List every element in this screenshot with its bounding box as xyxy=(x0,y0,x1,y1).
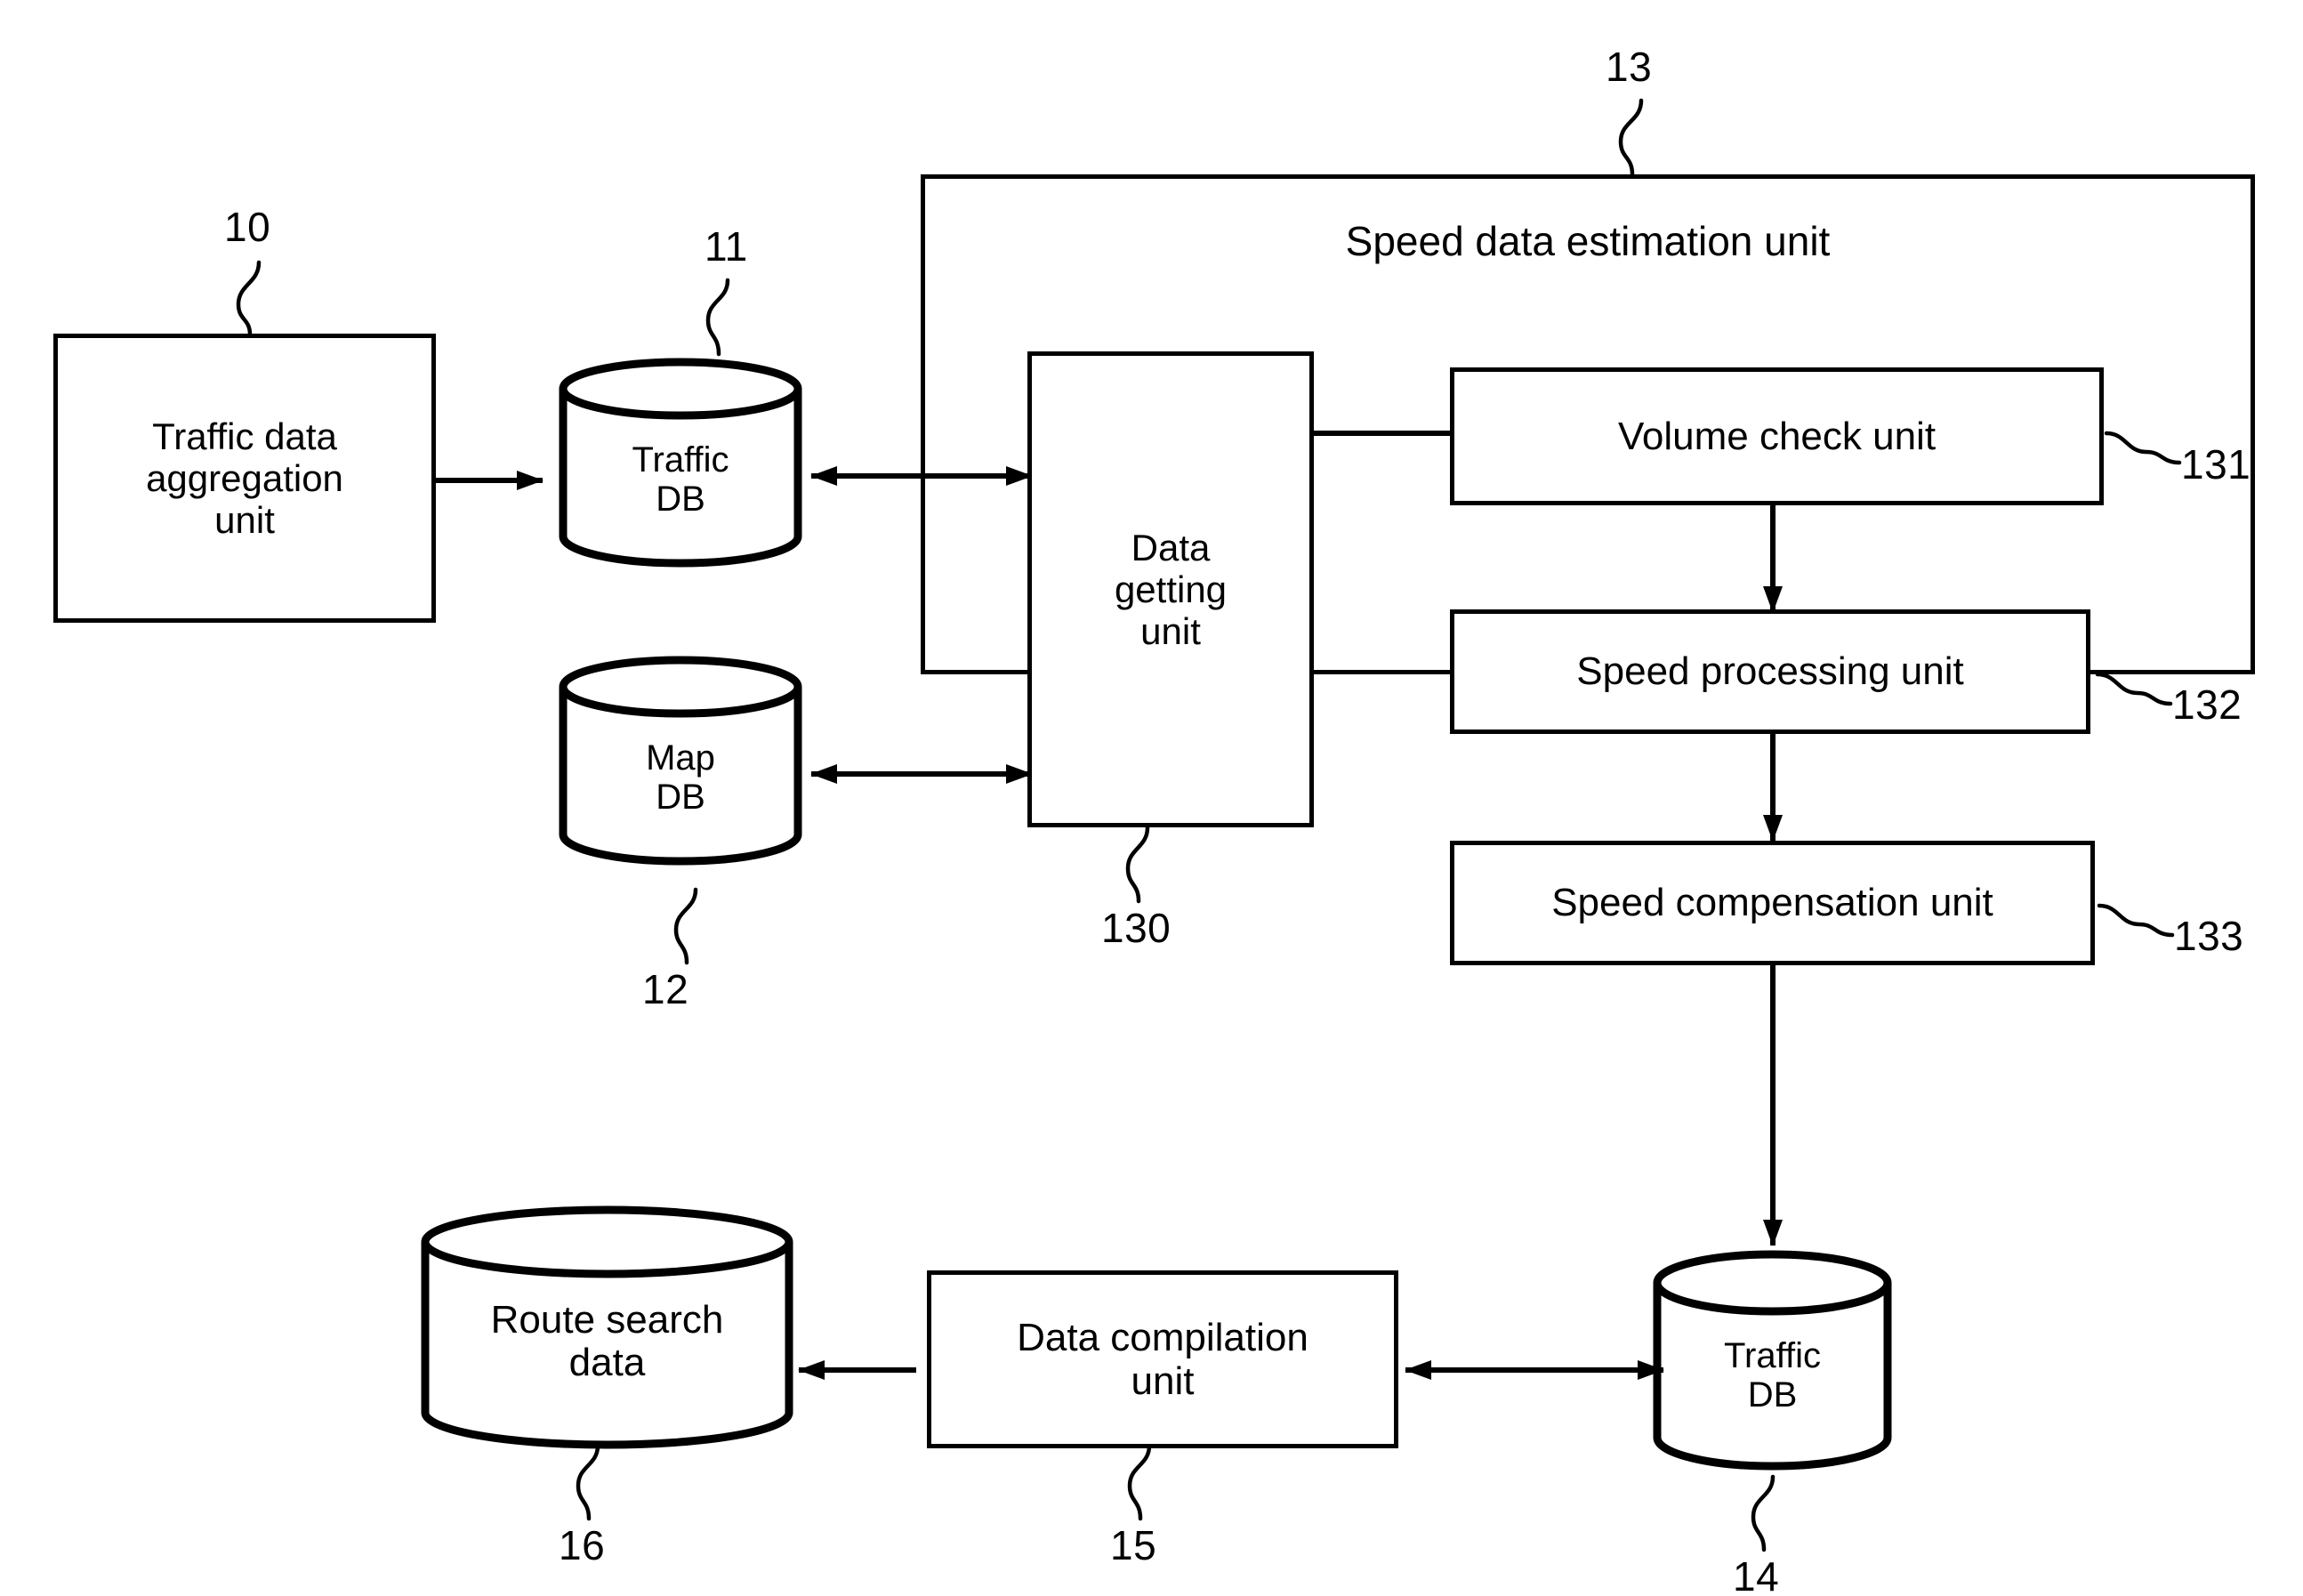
route-search-data-line2: data xyxy=(568,1341,646,1385)
leader-15 xyxy=(1127,1443,1152,1521)
leader-13 xyxy=(1618,98,1644,177)
ref-132: 132 xyxy=(2172,681,2243,728)
ref-130: 130 xyxy=(1101,905,1172,951)
route-search-data[interactable]: Route search data xyxy=(418,1199,796,1457)
leader-132 xyxy=(2095,672,2173,706)
diagram-canvas: Speed data estimation unit 13 Traffic da… xyxy=(0,0,2303,1596)
traffic-data-aggregation-unit-line3: unit xyxy=(214,499,275,542)
ref-15: 15 xyxy=(1110,1522,1157,1568)
traffic-data-aggregation-unit-line2: aggregation xyxy=(146,456,343,499)
volume-check-unit[interactable]: Volume check unit xyxy=(1450,367,2104,505)
data-getting-unit[interactable]: Data getting unit xyxy=(1027,351,1314,827)
speed-compensation-unit-label: Speed compensation unit xyxy=(1551,881,1993,925)
ref-11: 11 xyxy=(705,223,748,270)
leader-12 xyxy=(673,887,698,965)
ref-12: 12 xyxy=(642,966,689,1012)
map-db-line2: DB xyxy=(656,778,705,817)
data-getting-unit-line3: unit xyxy=(1140,610,1201,653)
speed-processing-unit[interactable]: Speed processing unit xyxy=(1450,609,2090,734)
traffic-db-output-line2: DB xyxy=(1747,1375,1798,1415)
data-compilation-unit[interactable]: Data compilation unit xyxy=(927,1270,1398,1448)
ref-16: 16 xyxy=(559,1522,606,1568)
volume-check-unit-label: Volume check unit xyxy=(1617,414,1937,458)
traffic-db-input[interactable]: Traffic DB xyxy=(556,351,805,574)
traffic-data-aggregation-unit[interactable]: Traffic data aggregation unit xyxy=(53,334,436,623)
route-search-data-line1: Route search xyxy=(490,1298,724,1342)
speed-processing-unit-label: Speed processing unit xyxy=(1576,649,1964,694)
ref-133: 133 xyxy=(2174,913,2244,959)
traffic-data-aggregation-unit-line1: Traffic data xyxy=(152,415,337,457)
traffic-db-input-line1: Traffic xyxy=(632,440,729,480)
leader-10 xyxy=(236,260,262,337)
map-db[interactable]: Map DB xyxy=(556,649,805,872)
data-compilation-unit-line1: Data compilation xyxy=(1017,1315,1309,1359)
speed-data-estimation-unit-title: Speed data estimation unit xyxy=(1345,218,1831,264)
ref-10: 10 xyxy=(224,204,271,250)
leader-130 xyxy=(1125,825,1150,904)
data-getting-unit-line1: Data xyxy=(1131,526,1211,568)
traffic-db-output-line1: Traffic xyxy=(1724,1336,1821,1375)
traffic-db-input-line2: DB xyxy=(656,480,705,519)
data-compilation-unit-line2: unit xyxy=(1131,1359,1195,1403)
traffic-db-output[interactable]: Traffic DB xyxy=(1650,1244,1895,1477)
ref-13: 13 xyxy=(1606,44,1653,90)
leader-11 xyxy=(705,278,730,357)
ref-14: 14 xyxy=(1733,1553,1780,1596)
map-db-line1: Map xyxy=(646,738,715,778)
leader-14 xyxy=(1751,1474,1776,1552)
speed-compensation-unit[interactable]: Speed compensation unit xyxy=(1450,841,2095,965)
ref-131: 131 xyxy=(2181,441,2251,488)
data-getting-unit-line2: getting xyxy=(1114,568,1228,610)
leader-133 xyxy=(2097,903,2175,938)
